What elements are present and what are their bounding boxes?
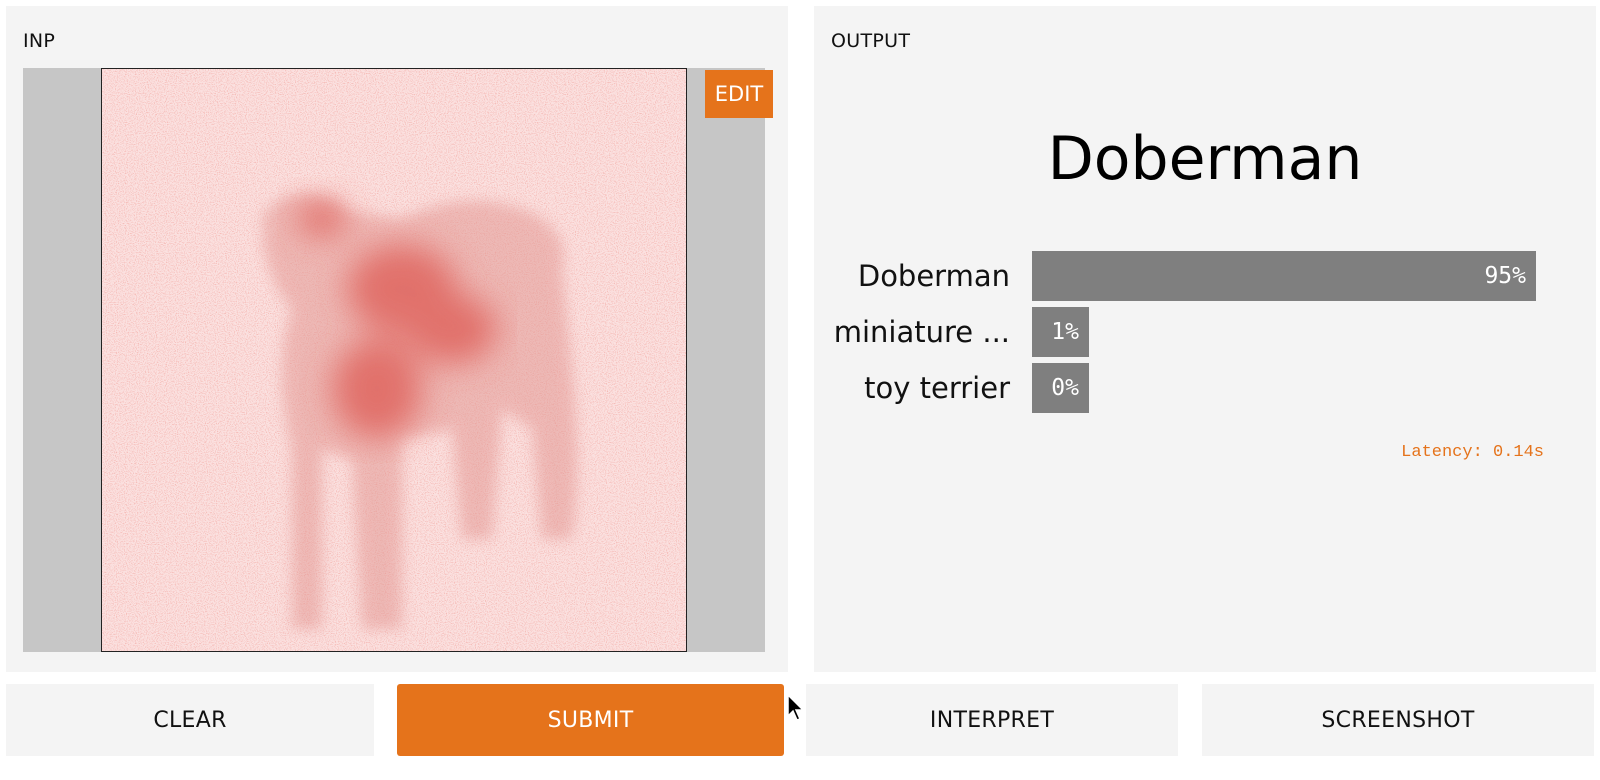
clear-button[interactable]: CLEAR [6, 684, 374, 756]
interpretation-heatmap-image [101, 68, 687, 652]
pointer-cursor-icon [787, 694, 805, 721]
confidence-label: miniature ... [833, 315, 1010, 349]
output-panel-label: OUTPUT [831, 30, 911, 52]
latency-text: Latency: 0.14s [1401, 443, 1544, 462]
interpret-button[interactable]: INTERPRET [806, 684, 1178, 756]
input-panel: INP EDIT [6, 6, 805, 721]
confidence-value: 1% [1051, 319, 1079, 345]
confidence-value: 95% [1484, 263, 1526, 289]
confidence-bar: 0% [1032, 363, 1089, 413]
confidence-value: 0% [1051, 375, 1079, 401]
confidence-label: Doberman [857, 259, 1010, 293]
predicted-label: Doberman [1047, 124, 1363, 194]
input-panel-label: INP [23, 30, 56, 52]
confidence-row: miniature ... 1% [814, 307, 1596, 357]
output-panel: OUTPUT Doberman Doberman 95% miniature .… [814, 6, 1596, 672]
confidence-row: toy terrier 0% [814, 363, 1596, 413]
submit-button[interactable]: SUBMIT [397, 684, 784, 756]
confidence-row: Doberman 95% [814, 251, 1596, 301]
confidence-label: toy terrier [864, 371, 1010, 405]
confidence-bar: 1% [1032, 307, 1089, 357]
image-input-area[interactable]: EDIT [23, 68, 805, 721]
confidence-bar: 95% [1032, 251, 1536, 301]
edit-button[interactable]: EDIT [705, 70, 773, 118]
screenshot-button[interactable]: SCREENSHOT [1202, 684, 1594, 756]
